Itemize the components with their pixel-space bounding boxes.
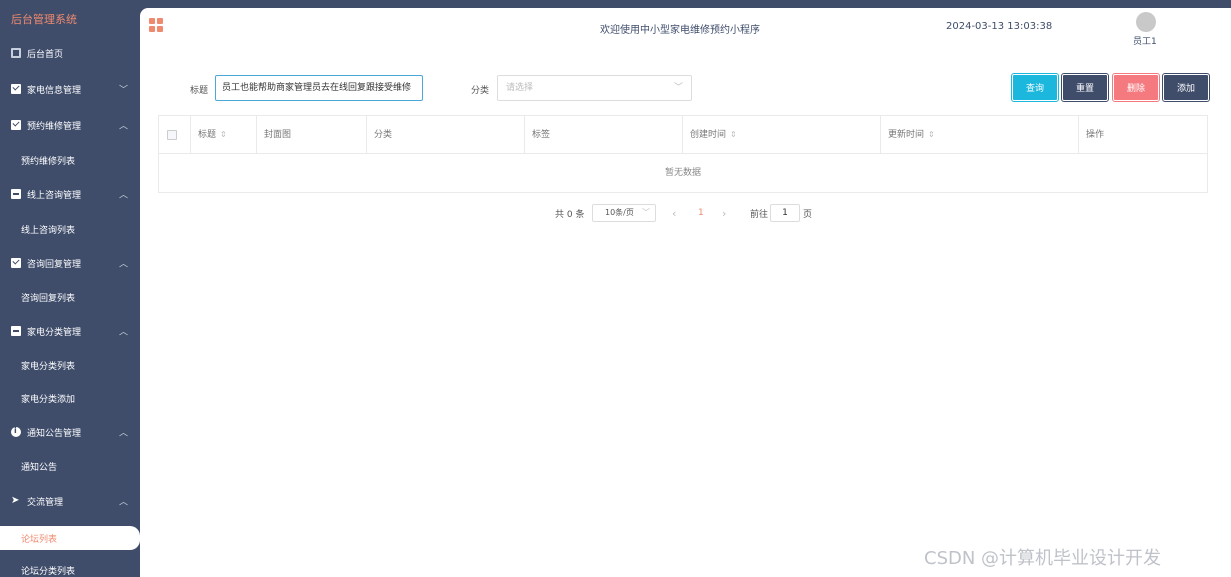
- column-header-actions: 操作: [1086, 130, 1105, 140]
- sidebar-item-label: 咨询回复列表: [21, 293, 76, 304]
- column-header-tags: 标签: [525, 116, 683, 154]
- current-page[interactable]: 1: [698, 204, 704, 222]
- chevron-up-icon: ︿: [118, 190, 128, 201]
- sidebar-item-forum-list[interactable]: 论坛列表: [0, 526, 140, 550]
- sidebar-item-forum-category-list[interactable]: 论坛分类列表: [0, 558, 140, 577]
- sidebar-item-label: 家电分类添加: [21, 394, 76, 405]
- column-header-category: 分类: [367, 116, 525, 154]
- main-panel: 欢迎使用中小型家电维修预约小程序 2024-03-13 13:03:38 员工1…: [140, 8, 1231, 577]
- page-suffix: 页: [803, 209, 813, 220]
- paper-plane-icon: ➤: [11, 495, 20, 506]
- title-filter-label: 标题: [190, 86, 209, 96]
- goto-page-input[interactable]: 1: [770, 204, 800, 222]
- pagination-total: 共 0 条: [555, 209, 585, 220]
- page-title: 欢迎使用中小型家电维修预约小程序: [600, 25, 760, 36]
- avatar[interactable]: [1136, 12, 1156, 32]
- minus-square-icon: [11, 326, 21, 336]
- category-select-placeholder: 请选择: [506, 83, 534, 93]
- chevron-down-icon: ﹀: [642, 208, 650, 217]
- watermark: CSDN @计算机毕业设计开发: [924, 548, 1162, 569]
- sidebar-item-communication[interactable]: ➤ 交流管理 ︿: [0, 486, 140, 516]
- sidebar-item-online-consult-list[interactable]: 线上咨询列表: [0, 214, 140, 244]
- sidebar-item-label: 家电分类管理: [27, 327, 82, 338]
- title-search-input[interactable]: 员工也能帮助商家管理员去在线回复跟接受维修: [215, 75, 423, 101]
- sidebar-item-notice-list[interactable]: 通知公告: [0, 451, 140, 481]
- datetime-display: 2024-03-13 13:03:38: [946, 21, 1053, 32]
- sidebar: 后台管理系统 后台首页 家电信息管理 ﹀ 预约维修管理 ︿ 预约维修列表 线上咨…: [0, 0, 140, 577]
- monitor-icon: [11, 48, 21, 58]
- sidebar-item-notice[interactable]: 通知公告管理 ︿: [0, 417, 140, 447]
- column-header-created[interactable]: 创建时间 ⇕: [683, 116, 881, 154]
- column-header-cover: 封面图: [257, 116, 367, 154]
- chevron-up-icon: ︿: [118, 428, 128, 439]
- menu-grid-icon[interactable]: [149, 18, 163, 32]
- page-size-select[interactable]: 10条/页 ﹀: [592, 204, 656, 222]
- user-name[interactable]: 员工1: [1133, 34, 1157, 47]
- topbar: 欢迎使用中小型家电维修预约小程序 2024-03-13 13:03:38 员工1: [140, 8, 1231, 48]
- sidebar-item-home[interactable]: 后台首页: [0, 38, 140, 68]
- sidebar-item-label: 预约维修列表: [21, 156, 76, 167]
- column-header-updated[interactable]: 更新时间 ⇕: [881, 116, 1079, 154]
- brand-title: 后台管理系统: [11, 13, 77, 26]
- checkbox-icon: [11, 84, 21, 94]
- chevron-up-icon: ︿: [118, 497, 128, 508]
- table-header: 标题 ⇕ 封面图 分类 标签 创建时间 ⇕ 更新时间 ⇕ 操作: [159, 116, 1207, 154]
- delete-button[interactable]: 删除: [1112, 73, 1160, 102]
- select-all-checkbox[interactable]: [167, 130, 177, 140]
- sidebar-item-repair-booking[interactable]: 预约维修管理 ︿: [0, 110, 140, 140]
- sidebar-item-repair-booking-list[interactable]: 预约维修列表: [0, 145, 140, 175]
- sidebar-item-appliance-info[interactable]: 家电信息管理 ﹀: [0, 74, 140, 104]
- checkbox-icon: [11, 120, 21, 130]
- sidebar-item-label: 论坛分类列表: [21, 567, 76, 577]
- sidebar-item-label: 家电信息管理: [27, 85, 82, 96]
- sidebar-item-appliance-category-add[interactable]: 家电分类添加: [0, 383, 140, 413]
- empty-table-text: 暂无数据: [664, 168, 701, 178]
- prev-page-button[interactable]: ‹: [672, 204, 676, 222]
- sidebar-item-appliance-category[interactable]: 家电分类管理 ︿: [0, 316, 140, 346]
- sidebar-item-label: 线上咨询管理: [27, 190, 82, 201]
- chevron-up-icon: ︿: [118, 121, 128, 132]
- info-icon: [11, 426, 21, 437]
- checkbox-icon: [11, 258, 21, 268]
- category-filter-label: 分类: [471, 86, 490, 96]
- sort-icon[interactable]: ⇕: [220, 130, 227, 139]
- data-table: 标题 ⇕ 封面图 分类 标签 创建时间 ⇕ 更新时间 ⇕ 操作 暂无数据: [158, 115, 1208, 193]
- sidebar-item-consult-reply-list[interactable]: 咨询回复列表: [0, 282, 140, 312]
- sidebar-item-label: 咨询回复管理: [27, 259, 82, 270]
- add-button[interactable]: 添加: [1162, 73, 1210, 102]
- sidebar-item-label: 论坛列表: [21, 534, 58, 545]
- sidebar-item-label: 通知公告管理: [27, 428, 82, 439]
- sidebar-item-label: 通知公告: [21, 462, 58, 473]
- minus-square-icon: [11, 189, 21, 199]
- reset-button[interactable]: 重置: [1061, 73, 1109, 102]
- sort-icon[interactable]: ⇕: [928, 130, 935, 139]
- goto-label: 前往: [750, 209, 769, 220]
- chevron-up-icon: ︿: [118, 259, 128, 270]
- sidebar-item-label: 后台首页: [27, 49, 64, 60]
- chevron-down-icon: ﹀: [673, 83, 683, 93]
- column-header-title[interactable]: 标题 ⇕: [191, 116, 257, 154]
- sidebar-item-label: 预约维修管理: [27, 121, 82, 132]
- query-button[interactable]: 查询: [1011, 73, 1059, 102]
- chevron-down-icon: ﹀: [118, 85, 128, 96]
- category-select[interactable]: 请选择 ﹀: [497, 75, 692, 101]
- sidebar-item-consult-reply[interactable]: 咨询回复管理 ︿: [0, 248, 140, 278]
- chevron-up-icon: ︿: [118, 327, 128, 338]
- sidebar-item-label: 家电分类列表: [21, 361, 76, 372]
- sort-icon[interactable]: ⇕: [730, 130, 737, 139]
- sidebar-item-online-consult[interactable]: 线上咨询管理 ︿: [0, 179, 140, 209]
- next-page-button[interactable]: ›: [722, 204, 726, 222]
- sidebar-item-appliance-category-list[interactable]: 家电分类列表: [0, 350, 140, 380]
- select-all-cell: [159, 116, 191, 154]
- sidebar-item-label: 交流管理: [27, 497, 64, 508]
- sidebar-item-label: 线上咨询列表: [21, 225, 76, 236]
